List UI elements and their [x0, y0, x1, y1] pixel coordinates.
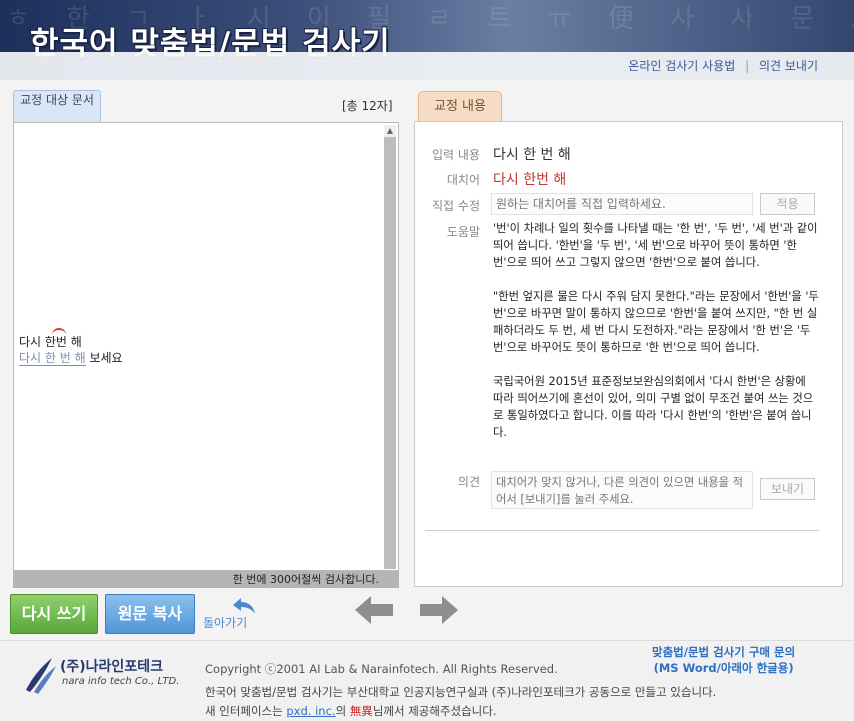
alt-label: 대치어 — [446, 173, 480, 187]
tab-correction[interactable]: 교정 내용 — [418, 91, 502, 121]
help-paragraph: '번'이 차례나 일의 횟수를 나타낼 때는 '한 번', '두 번', '세 … — [493, 222, 818, 269]
credit-text: 새 인터페이스는 — [205, 704, 287, 718]
purchase-inquiry-link[interactable]: 맞춤법/문법 검사기 구매 문의 (MS Word/아래아 한글용) — [652, 644, 795, 676]
send-feedback-link[interactable]: 의견 보내기 — [759, 59, 818, 73]
input-label: 입력 내용 — [432, 148, 480, 162]
help-paragraph: "한번 엎지른 물은 다시 주워 담지 못한다."라는 문장에서 '한번'을 '… — [493, 290, 819, 354]
retry-button[interactable]: 다시 쓰기 — [10, 594, 98, 634]
copy-original-button[interactable]: 원문 복사 — [105, 594, 195, 634]
alt-value[interactable]: 다시 한번 해 — [493, 169, 566, 189]
opinion-label: 의견 — [457, 475, 480, 489]
scroll-up-icon[interactable]: ▲ — [384, 125, 396, 137]
input-value: 다시 한 번 해 — [493, 147, 571, 163]
document-line: 다시 한번 해 — [19, 335, 82, 349]
logo-korean-text: (주)나라인포테크 — [60, 659, 163, 675]
help-paragraph: 국립국어원 2015년 표준정보보완심의회에서 '다시 한번'은 상황에 따라 … — [493, 375, 814, 439]
copyright: Copyright ⓒ2001 AI Lab & Narainfotech. A… — [205, 662, 558, 676]
company-logo: (주)나라인포테크 nara info tech Co., LTD. — [22, 654, 182, 696]
link-separator: | — [745, 59, 750, 73]
back-label: 돌아가기 — [203, 616, 248, 630]
scrollbar[interactable] — [384, 137, 396, 569]
usage-guide-link[interactable]: 온라인 검사기 사용법 — [628, 59, 735, 73]
document-text: 보세요 — [85, 351, 123, 365]
apply-button[interactable]: 적용 — [760, 193, 815, 215]
previous-arrow-icon[interactable] — [353, 593, 395, 627]
credits-line: 한국어 맞춤법/문법 검사기는 부산대학교 인공지능연구실과 (주)나라인포테크… — [205, 685, 717, 699]
designer-name: 無異 — [349, 704, 373, 718]
credit-text: 님께서 제공해주셨습니다. — [372, 704, 497, 718]
undo-arrow-icon — [233, 598, 255, 614]
tab-target-document[interactable]: 교정 대상 문서 — [13, 90, 101, 122]
next-arrow-icon[interactable] — [418, 593, 460, 627]
logo-mark-icon — [26, 658, 56, 694]
pxd-link[interactable]: pxd. inc. — [286, 704, 335, 718]
highlighted-error[interactable]: 다시 한 번 해 — [19, 351, 86, 366]
char-count: [총 12자] — [342, 99, 393, 113]
document-line: 다시 한 번 해 보세요 — [19, 349, 123, 366]
opinion-field[interactable] — [491, 471, 753, 509]
back-button[interactable]: 돌아가기 — [203, 596, 263, 632]
direct-edit-label: 직접 수정 — [432, 199, 480, 213]
divider — [425, 530, 819, 531]
credit-text: 의 — [335, 704, 350, 718]
help-text: '번'이 차례나 일의 횟수를 나타낼 때는 '한 번', '두 번', '세 … — [493, 220, 819, 458]
interface-credit: 새 인터페이스는 pxd. inc.의 無異님께서 제공해주셨습니다. — [205, 703, 497, 719]
purchase-line: 맞춤법/문법 검사기 구매 문의 — [652, 645, 796, 659]
correction-panel: 입력 내용 다시 한 번 해 대치어 다시 한번 해 직접 수정 적용 도움말 … — [414, 121, 843, 587]
top-links: 온라인 검사기 사용법 | 의견 보내기 — [628, 57, 818, 74]
send-button[interactable]: 보내기 — [760, 478, 815, 500]
help-label: 도움말 — [446, 225, 480, 239]
word-limit-note: 한 번에 300어절씩 검사합니다. — [13, 571, 399, 588]
purchase-line: (MS Word/아래아 한글용) — [653, 661, 794, 675]
document-panel[interactable]: 다시 한번 해 다시 한 번 해 보세요 ▲ — [13, 122, 399, 571]
direct-edit-input[interactable] — [491, 193, 753, 215]
logo-english-text: nara info tech Co., LTD. — [62, 676, 180, 687]
